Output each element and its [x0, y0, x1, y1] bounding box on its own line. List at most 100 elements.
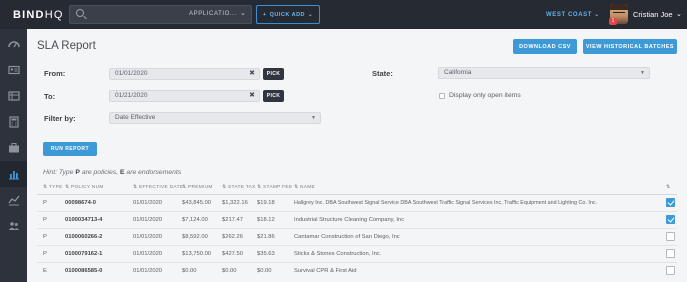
caret-down-icon: ▼ — [640, 70, 645, 76]
to-label: To: — [44, 92, 56, 101]
open-items-checkbox[interactable] — [439, 93, 445, 99]
row-select-checkbox[interactable] — [666, 198, 675, 207]
search-icon — [76, 9, 84, 17]
dashboard-icon — [7, 41, 20, 48]
state-tax-cell: $262.26 — [222, 234, 243, 240]
region-select[interactable]: WEST COAST ⌄ — [546, 11, 600, 18]
state-tax-cell: $427.50 — [222, 251, 243, 257]
table-row[interactable]: E 0100086585-0 01/01/2020 $0.00 $0.00 $0… — [37, 262, 677, 279]
state-label: State: — [372, 69, 393, 78]
to-pick-button[interactable]: PICK — [263, 90, 284, 102]
type-cell: P — [43, 217, 47, 223]
stamp-fee-cell: $19.18 — [257, 200, 275, 206]
premium-cell: $43,845.00 — [182, 200, 212, 206]
premium-cell: $7,124.00 — [182, 217, 208, 223]
chevron-down-icon: ⌄ — [240, 10, 246, 17]
filter-by-label: Filter by: — [44, 114, 76, 123]
column-header-name[interactable]: ⇅ NAME — [294, 185, 315, 190]
table-row[interactable]: P 00098674-0 01/01/2020 $43,845.00 $1,32… — [37, 194, 677, 211]
clear-icon[interactable]: ✖ — [249, 91, 255, 101]
table-row[interactable]: P 0100079162-1 01/01/2020 $13,750.00 $42… — [37, 245, 677, 262]
stamp-fee-cell: $35.63 — [257, 251, 275, 257]
row-select-checkbox[interactable] — [666, 266, 675, 275]
name-cell: Sticks & Stones Construction, Inc. — [294, 251, 382, 257]
hint-text: Hint: Type P are policies, E are endorse… — [43, 169, 182, 176]
row-select-checkbox[interactable] — [666, 249, 675, 258]
filter-by-select[interactable]: Date Effective ▼ — [109, 112, 321, 124]
stamp-fee-cell: $18.12 — [257, 217, 275, 223]
global-search-input[interactable]: APPLICATIO... ⌄ — [69, 5, 252, 24]
download-csv-button[interactable]: DOWNLOAD CSV — [513, 39, 577, 54]
run-report-button[interactable]: RUN REPORT — [43, 142, 97, 156]
top-bar: BINDHQ APPLICATIO... ⌄ + QUICK ADD ⌄ WES… — [0, 0, 687, 29]
policy-num-cell[interactable]: 0100086585-0 — [65, 268, 102, 274]
notification-badge[interactable]: 1 — [609, 18, 617, 25]
type-cell: P — [43, 251, 47, 257]
to-date-field[interactable]: 01/21/2020 ✖ — [109, 90, 260, 102]
policy-num-cell[interactable]: 0100034713-4 — [65, 217, 102, 223]
sidebar-item-users[interactable] — [0, 213, 27, 239]
column-header-state-tax[interactable]: ⇅ STATE TAX — [222, 185, 256, 190]
sidebar-item-policies[interactable] — [0, 135, 27, 161]
search-scope-select[interactable]: APPLICATIO... — [189, 11, 237, 17]
column-header-effective-date[interactable]: ⇅ EFFECTIVE DATE — [133, 185, 183, 190]
line-chart-icon — [7, 195, 20, 206]
premium-cell: $13,750.00 — [182, 251, 212, 257]
name-cell: Cantamar Construction of San Diego, Inc — [294, 234, 400, 240]
column-header-type[interactable]: ⇅ TYPE — [43, 185, 63, 190]
chevron-down-icon[interactable]: ⌄ — [676, 10, 682, 18]
quick-add-button[interactable]: + QUICK ADD ⌄ — [256, 5, 320, 24]
column-header-policy-num[interactable]: ⇅ POLICY NUM — [65, 185, 104, 190]
state-tax-cell: $1,322.16 — [222, 200, 248, 206]
table-row[interactable]: P 0100034713-4 01/01/2020 $7,124.00 $217… — [37, 211, 677, 228]
table-icon — [7, 91, 20, 101]
premium-cell: $0.00 — [182, 268, 197, 274]
sidebar-item-contacts[interactable] — [0, 57, 27, 83]
row-select-checkbox[interactable] — [666, 232, 675, 241]
sidebar-item-analytics[interactable] — [0, 187, 27, 213]
effective-date-cell: 01/01/2020 — [133, 234, 163, 240]
user-name[interactable]: Cristian Joe — [633, 10, 673, 19]
name-cell: Survival CPR & First Aid — [294, 268, 357, 274]
column-header-premium[interactable]: ⇅ PREMIUM — [182, 185, 213, 190]
stamp-fee-cell: $0.00 — [257, 268, 272, 274]
calculator-icon — [8, 116, 19, 128]
open-items-label: Display only open items — [449, 92, 521, 99]
users-icon — [8, 222, 19, 230]
effective-date-cell: 01/01/2020 — [133, 217, 163, 223]
state-tax-cell: $0.00 — [222, 268, 237, 274]
sidebar-item-reports[interactable] — [0, 161, 27, 187]
view-historical-batches-button[interactable]: VIEW HISTORICAL BATCHES — [583, 39, 677, 54]
sidebar-item-accounts[interactable] — [0, 83, 27, 109]
chevron-down-icon: ⌄ — [308, 11, 314, 18]
type-cell: E — [43, 268, 47, 274]
bar-chart-icon — [8, 171, 19, 180]
state-tax-cell: $217.47 — [222, 217, 243, 223]
bindhq-logo[interactable]: BINDHQ — [13, 9, 64, 21]
policy-num-cell[interactable]: 0100079162-1 — [65, 251, 102, 257]
column-header-select[interactable]: ⇅ — [666, 185, 670, 190]
sidebar-item-rating[interactable] — [0, 109, 27, 135]
from-pick-button[interactable]: PICK — [263, 68, 284, 80]
name-cell: Hallgrey Inc. DBA Southwest Signal Servi… — [294, 200, 598, 206]
state-select[interactable]: California ▼ — [438, 67, 650, 79]
page-title: SLA Report — [37, 40, 96, 52]
effective-date-cell: 01/01/2020 — [133, 200, 163, 206]
policy-num-cell[interactable]: 0100060266-2 — [65, 234, 102, 240]
type-cell: P — [43, 234, 47, 240]
effective-date-cell: 01/01/2020 — [133, 251, 163, 257]
id-card-icon — [7, 65, 20, 75]
row-select-checkbox[interactable] — [666, 215, 675, 224]
name-cell: Industrial Structure Cleaning Company, I… — [294, 217, 405, 223]
column-header-stamp-fee[interactable]: ⇅ STAMP FEE — [257, 185, 292, 190]
clear-icon[interactable]: ✖ — [249, 69, 255, 79]
policy-num-cell[interactable]: 00098674-0 — [65, 200, 96, 206]
premium-cell: $8,592.00 — [182, 234, 208, 240]
from-date-field[interactable]: 01/01/2020 ✖ — [109, 68, 260, 80]
table-row[interactable]: P 0100060266-2 01/01/2020 $8,592.00 $262… — [37, 228, 677, 245]
sidebar-item-dashboard[interactable] — [0, 31, 27, 57]
plus-icon: + — [262, 11, 267, 18]
type-cell: P — [43, 200, 47, 206]
main-content: SLA Report DOWNLOAD CSV VIEW HISTORICAL … — [27, 29, 687, 282]
from-label: From: — [44, 69, 66, 78]
